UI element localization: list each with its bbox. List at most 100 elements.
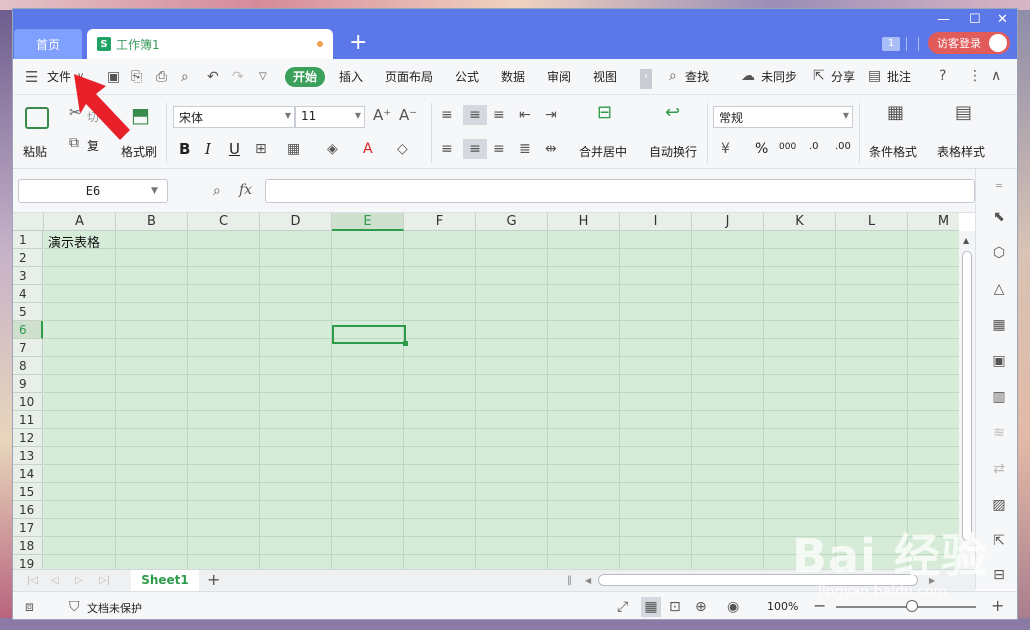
row-header[interactable]: 14 — [13, 465, 43, 483]
currency-icon[interactable]: ¥ — [721, 141, 730, 157]
active-cell-e6[interactable] — [332, 325, 408, 346]
row-header[interactable]: 3 — [13, 267, 43, 285]
tab-home[interactable]: 首页 — [14, 29, 82, 59]
column-header[interactable]: G — [476, 213, 548, 231]
sync-status[interactable]: 未同步 — [761, 68, 797, 85]
window-count-badge[interactable]: 1 — [882, 37, 900, 51]
zoom-level[interactable]: 100% — [767, 600, 798, 613]
align-right-icon[interactable]: ≡ — [493, 141, 505, 157]
protect-status[interactable]: 文档未保护 — [87, 600, 142, 616]
table-style-button[interactable]: 表格样式 — [937, 143, 985, 160]
fullscreen-icon[interactable]: ⤢ — [617, 599, 628, 615]
distribute-icon[interactable]: ⇹ — [545, 141, 557, 157]
row-header[interactable]: 4 — [13, 285, 43, 303]
collapse-ribbon-icon[interactable]: ∧ — [991, 68, 1001, 84]
table-icon[interactable]: ▦ — [991, 317, 1007, 333]
comment-button[interactable]: 批注 — [887, 68, 911, 85]
bold-button[interactable]: B — [179, 141, 190, 157]
font-name-select[interactable]: 宋体 ▼ — [173, 106, 295, 128]
next-sheet-icon[interactable]: ▷ — [75, 573, 83, 589]
wrap-text-icon[interactable]: ↩ — [665, 104, 680, 122]
row-header[interactable]: 7 — [13, 339, 43, 357]
paste-icon[interactable] — [25, 107, 49, 129]
reading-mode-icon[interactable]: ⊕ — [695, 599, 707, 615]
backup-icon[interactable]: ⊟ — [991, 567, 1007, 583]
paste-button[interactable]: 粘贴 — [23, 143, 47, 160]
chart-icon[interactable]: ▥ — [991, 389, 1007, 405]
column-header[interactable]: M — [908, 213, 959, 231]
underline-button[interactable]: U — [229, 141, 240, 157]
column-header[interactable]: L — [836, 213, 908, 231]
translate-icon[interactable]: ⇄ — [991, 461, 1007, 477]
menu-review[interactable]: 审阅 — [547, 68, 571, 85]
select-all-corner[interactable] — [13, 213, 44, 231]
fx-icon[interactable]: fx — [239, 182, 252, 198]
hamburger-icon[interactable]: ☰ — [25, 69, 38, 85]
table-style-icon[interactable]: ▤ — [955, 104, 972, 122]
row-header[interactable]: 11 — [13, 411, 43, 429]
cell-style-icon[interactable]: ▦ — [287, 141, 300, 157]
name-box[interactable]: E6 — [18, 179, 168, 203]
row-header[interactable]: 9 — [13, 375, 43, 393]
column-header[interactable]: C — [188, 213, 260, 231]
fill-color-icon[interactable]: ◈ — [327, 141, 338, 157]
row-header[interactable]: 12 — [13, 429, 43, 447]
decrease-decimal-button[interactable]: .00 — [835, 139, 851, 155]
vertical-scroll-thumb[interactable] — [962, 251, 972, 541]
row-header[interactable]: 2 — [13, 249, 43, 267]
cell-area[interactable] — [44, 231, 959, 569]
print-icon[interactable]: ⎙ — [156, 69, 167, 85]
search-button[interactable]: 查找 — [685, 68, 709, 85]
row-header[interactable]: 15 — [13, 483, 43, 501]
row-header[interactable]: 10 — [13, 393, 43, 411]
split-handle-icon[interactable]: ‖ — [567, 573, 572, 589]
minimize-icon[interactable]: — — [937, 11, 950, 29]
customize-dropdown-icon[interactable]: ▽ — [259, 69, 267, 85]
last-sheet-icon[interactable]: ▷| — [99, 573, 110, 589]
print-preview-icon[interactable]: ⌕ — [181, 69, 189, 85]
font-color-icon[interactable]: A — [363, 141, 373, 157]
column-header-active[interactable]: E — [332, 213, 404, 231]
conditional-format-icon[interactable]: ▦ — [887, 104, 904, 122]
more-icon[interactable]: ⋮ — [968, 68, 982, 84]
align-left-icon[interactable]: ≡ — [441, 141, 453, 157]
guest-login-button[interactable]: 访客登录 — [928, 32, 1010, 54]
row-header[interactable]: 16 — [13, 501, 43, 519]
menu-start[interactable]: 开始 — [285, 67, 325, 87]
formula-input[interactable] — [265, 179, 975, 203]
eye-protection-icon[interactable]: ◉ — [727, 599, 739, 615]
tab-workbook[interactable]: S 工作簿1 — [87, 29, 333, 59]
sheet-tab-sheet1[interactable]: Sheet1 — [131, 570, 199, 591]
grow-font-icon[interactable]: A⁺ — [373, 107, 391, 123]
number-format-select[interactable]: 常规 ▼ — [713, 106, 853, 128]
column-header[interactable]: A — [44, 213, 116, 231]
increase-decimal-button[interactable]: .0 — [809, 139, 819, 155]
page-break-view-icon[interactable]: ⊡ — [669, 599, 681, 615]
macro-icon[interactable]: ⧈ — [25, 599, 34, 615]
search-icon[interactable]: ⌕ — [669, 68, 677, 84]
percent-button[interactable]: % — [755, 141, 768, 157]
italic-button[interactable]: I — [205, 141, 211, 157]
undo-icon[interactable]: ↶ — [207, 69, 219, 85]
row-header[interactable]: 5 — [13, 303, 43, 321]
share-icon[interactable]: ⇱ — [813, 68, 825, 84]
column-header[interactable]: J — [692, 213, 764, 231]
shrink-font-icon[interactable]: A⁻ — [399, 107, 417, 123]
wrap-text-button[interactable]: 自动换行 — [649, 143, 697, 160]
menu-formula[interactable]: 公式 — [455, 68, 479, 85]
menu-data[interactable]: 数据 — [501, 68, 525, 85]
first-sheet-icon[interactable]: |◁ — [27, 573, 38, 589]
eraser-icon[interactable]: ◇ — [397, 141, 408, 157]
vertical-scrollbar[interactable]: ▲ — [959, 231, 975, 569]
column-header[interactable]: H — [548, 213, 620, 231]
conditional-format-button[interactable]: 条件格式 — [869, 143, 917, 160]
align-top-icon[interactable]: ≡ — [441, 107, 453, 123]
thousands-button[interactable]: 000 — [779, 139, 796, 155]
prev-sheet-icon[interactable]: ◁ — [51, 573, 59, 589]
menu-view[interactable]: 视图 — [593, 68, 617, 85]
align-middle-icon[interactable]: ≡ — [463, 105, 487, 125]
align-center-icon[interactable]: ≡ — [463, 139, 487, 159]
grid-apps-icon[interactable]: ▣ — [991, 353, 1007, 369]
image-icon[interactable]: ▨ — [991, 497, 1007, 513]
border-icon[interactable]: ⊞ — [255, 141, 267, 157]
